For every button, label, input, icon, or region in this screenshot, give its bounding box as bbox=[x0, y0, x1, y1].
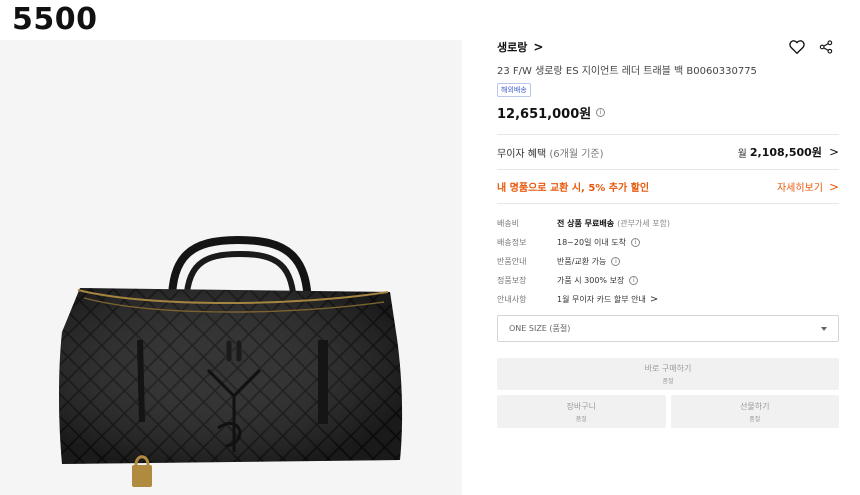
info-key: 배송비 bbox=[497, 219, 520, 228]
chevron-down-icon bbox=[821, 326, 827, 331]
shipping-fee-note: (관부가세 포함) bbox=[617, 219, 671, 228]
delivery-value: 18~20일 이내 도착 bbox=[557, 238, 626, 247]
installment-label: 무이자 혜택 (6개월 기준) bbox=[497, 145, 604, 160]
promo-link-label: 자세히보기 bbox=[776, 183, 823, 194]
info-key: 반품안내 bbox=[497, 257, 527, 266]
installment-amount: 2,108,500원 bbox=[749, 146, 822, 159]
cart-button[interactable]: 장바구니 품절 bbox=[497, 395, 666, 428]
info-value: 1월 무이자 카드 할부 안내 > bbox=[557, 294, 658, 305]
returns-info-icon[interactable]: i bbox=[611, 257, 621, 266]
installment-title: 무이자 혜택 bbox=[497, 148, 547, 160]
product-actions bbox=[789, 40, 833, 54]
info-value: 반품/교환 가능 i bbox=[557, 256, 621, 267]
returns-value: 반품/교환 가능 bbox=[557, 257, 607, 266]
delivery-info-icon[interactable]: i bbox=[630, 238, 640, 247]
installment-row[interactable]: 무이자 혜택 (6개월 기준) 월 2,108,500원 > bbox=[497, 135, 839, 169]
brand-link[interactable]: 생로랑 > bbox=[497, 39, 543, 55]
info-key: 정품보장 bbox=[497, 276, 527, 285]
card-installment-link: 1월 무이자 카드 할부 안내 bbox=[557, 295, 646, 304]
info-key: 배송정보 bbox=[497, 238, 527, 247]
secondary-buttons: 장바구니 품절 선물하기 품절 bbox=[497, 395, 839, 428]
promo-row: 내 명품으로 교환 시, 5% 추가 할인 자세히보기 > bbox=[497, 170, 839, 203]
info-key: 안내사항 bbox=[497, 295, 527, 304]
cart-status: 품절 bbox=[575, 415, 587, 423]
product-info-table: 배송비 전 상품 무료배송 (관부가세 포함) 배송정보 18~20일 이내 도… bbox=[497, 214, 839, 309]
buy-now-button[interactable]: 바로 구매하기 품절 bbox=[497, 358, 839, 390]
info-row-shipping-fee: 배송비 전 상품 무료배송 (관부가세 포함) bbox=[497, 214, 839, 233]
info-row-card[interactable]: 안내사항 1월 무이자 카드 할부 안내 > bbox=[497, 290, 839, 309]
product-image[interactable] bbox=[0, 40, 462, 495]
chevron-right-icon: > bbox=[649, 294, 659, 305]
promo-text: 내 명품으로 교환 시, 5% 추가 할인 bbox=[497, 183, 650, 194]
installment-prefix: 월 bbox=[737, 148, 747, 160]
chevron-right-icon: > bbox=[828, 145, 839, 159]
option-select[interactable]: ONE SIZE (품절) bbox=[497, 315, 839, 342]
info-row-warranty: 정품보장 가품 시 300% 보장 i bbox=[497, 271, 839, 290]
shipping-fee-value: 전 상품 무료배송 bbox=[557, 219, 615, 228]
installment-basis: (6개월 기준) bbox=[549, 148, 604, 160]
warranty-value: 가품 시 300% 보장 bbox=[557, 276, 625, 285]
brand-row: 생로랑 > bbox=[497, 36, 839, 58]
buy-now-status: 품절 bbox=[662, 378, 674, 385]
bag-illustration bbox=[59, 235, 403, 487]
gift-button[interactable]: 선물하기 품절 bbox=[670, 395, 839, 428]
product-title: 23 F/W 생로랑 ES 지이언트 레더 트래블 백 B0060330775 bbox=[497, 66, 757, 77]
buy-now-label: 바로 구매하기 bbox=[644, 364, 692, 373]
overlay-number: 5500 bbox=[12, 2, 98, 37]
price-row: 12,651,000원 i bbox=[497, 103, 839, 122]
gift-status: 품절 bbox=[749, 415, 761, 423]
chevron-right-icon: > bbox=[828, 179, 839, 194]
overseas-shipping-badge: 해외배송 bbox=[497, 83, 531, 97]
info-row-delivery: 배송정보 18~20일 이내 도착 i bbox=[497, 233, 839, 252]
share-icon[interactable] bbox=[819, 40, 833, 54]
brand-name: 생로랑 bbox=[497, 41, 528, 54]
price-info-icon[interactable]: i bbox=[596, 108, 606, 117]
heart-icon[interactable] bbox=[789, 40, 805, 54]
product-price: 12,651,000원 bbox=[497, 107, 592, 122]
product-info-panel: 생로랑 > 23 F/W 생로랑 ES 지이언트 레더 트래블 백 B00603… bbox=[497, 36, 839, 428]
info-value: 가품 시 300% 보장 i bbox=[557, 275, 639, 286]
cart-label: 장바구니 bbox=[566, 401, 596, 411]
info-value: 18~20일 이내 도착 i bbox=[557, 237, 640, 248]
divider bbox=[497, 203, 839, 204]
warranty-info-icon[interactable]: i bbox=[629, 276, 639, 285]
info-row-returns: 반품안내 반품/교환 가능 i bbox=[497, 252, 839, 271]
gift-label: 선물하기 bbox=[740, 401, 770, 411]
promo-details-link[interactable]: 자세히보기 > bbox=[776, 179, 839, 195]
info-value: 전 상품 무료배송 (관부가세 포함) bbox=[557, 218, 670, 229]
option-select-value: ONE SIZE (품절) bbox=[509, 324, 571, 333]
installment-value: 월 2,108,500원 > bbox=[738, 144, 839, 160]
chevron-right-icon: > bbox=[533, 40, 544, 54]
